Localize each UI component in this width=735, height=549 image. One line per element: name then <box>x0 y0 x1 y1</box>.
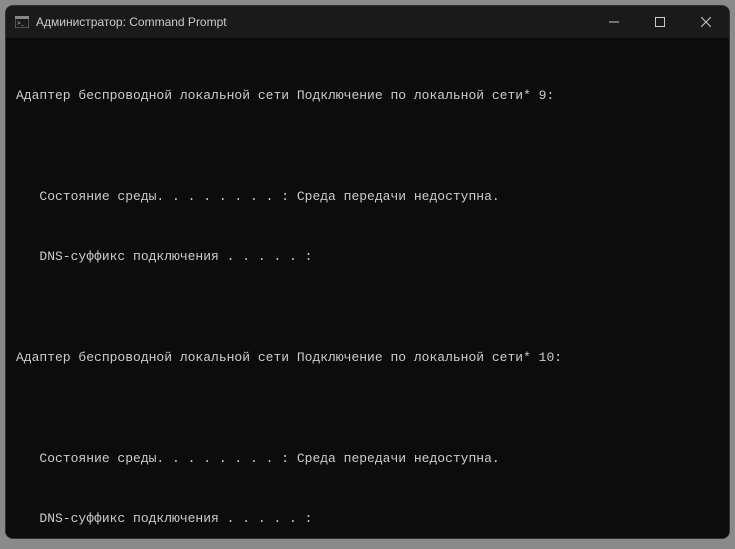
svg-text:>_: >_ <box>17 20 25 27</box>
output-line: Состояние среды. . . . . . . . : Среда п… <box>16 187 719 207</box>
output-line: DNS-суффикс подключения . . . . . : <box>16 509 719 529</box>
titlebar[interactable]: >_ Администратор: Command Prompt <box>6 6 729 38</box>
output-line: Адаптер беспроводной локальной сети Подк… <box>16 348 719 368</box>
output-line: DNS-суффикс подключения . . . . . : <box>16 247 719 267</box>
close-button[interactable] <box>683 6 729 38</box>
output-line: Адаптер беспроводной локальной сети Подк… <box>16 86 719 106</box>
command-prompt-window: >_ Администратор: Command Prompt Адаптер… <box>5 5 730 539</box>
app-icon: >_ <box>14 14 30 30</box>
window-title: Администратор: Command Prompt <box>36 15 591 29</box>
terminal-output[interactable]: Адаптер беспроводной локальной сети Подк… <box>6 38 729 538</box>
window-controls <box>591 6 729 38</box>
output-line: Состояние среды. . . . . . . . : Среда п… <box>16 449 719 469</box>
maximize-button[interactable] <box>637 6 683 38</box>
minimize-button[interactable] <box>591 6 637 38</box>
